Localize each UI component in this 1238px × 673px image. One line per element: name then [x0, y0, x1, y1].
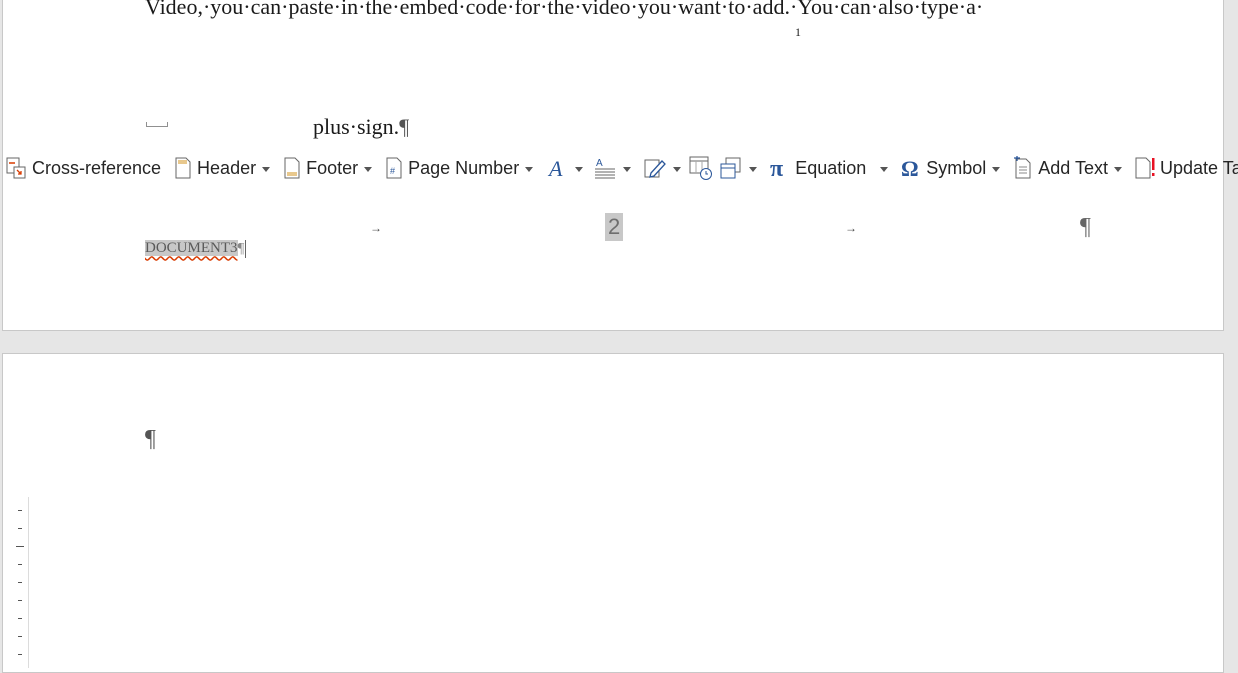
ruler-tick: [18, 600, 22, 601]
chevron-down-icon[interactable]: [525, 166, 534, 172]
insert-ribbon-strip: Cross-reference Header Footer # Page Num…: [0, 150, 1238, 186]
paragraph-mark: ¶: [237, 240, 245, 257]
footnote-reference[interactable]: 1: [795, 25, 801, 40]
page-number-label: Page Number: [408, 157, 520, 178]
symbol-label: Symbol: [926, 157, 987, 178]
object-button[interactable]: [719, 152, 758, 184]
date-time-icon: [689, 155, 713, 181]
tab-mark: →: [845, 221, 857, 235]
header-label: Header: [197, 157, 257, 178]
equation-label: Equation: [795, 157, 867, 178]
svg-text:A: A: [596, 158, 603, 169]
chevron-down-icon[interactable]: [1114, 166, 1122, 172]
text-effects-button[interactable]: A: [547, 152, 584, 184]
ruler-tick: [18, 510, 22, 511]
document-page-2: [2, 353, 1224, 673]
text-effects-icon: A: [547, 156, 569, 180]
object-icon: [719, 156, 743, 180]
ruler-tick: [16, 546, 24, 547]
signature-line-button[interactable]: [643, 152, 682, 184]
svg-text:Ω: Ω: [901, 156, 919, 180]
cross-reference-button[interactable]: Cross-reference: [4, 152, 161, 184]
ruler-tick: [18, 618, 22, 619]
add-text-icon: [1012, 156, 1034, 180]
update-table-button[interactable]: Update Table: [1134, 152, 1238, 184]
text-cursor: [245, 240, 247, 258]
paragraph-mark: ¶: [145, 426, 156, 452]
body-text-line: Video,·you·can·paste·in·the·embed·code·f…: [145, 0, 984, 19]
svg-text:#: #: [390, 166, 395, 176]
ruler-tick: [18, 582, 22, 583]
cross-reference-label: Cross-reference: [32, 157, 162, 178]
line-spacing-icon: A: [593, 156, 617, 180]
date-time-button[interactable]: [689, 152, 713, 184]
ruler-tick: [18, 528, 22, 529]
continuation-separator: [146, 122, 168, 127]
cross-reference-icon: [4, 156, 28, 180]
vertical-ruler[interactable]: [6, 497, 29, 668]
header-icon: [173, 156, 193, 180]
page-number-button[interactable]: # Page Number: [384, 152, 534, 184]
footer-icon: [282, 156, 302, 180]
body-text-fragment: plus·sign.: [313, 114, 400, 139]
body-text-line-2: plus·sign.¶: [313, 114, 409, 140]
chevron-down-icon[interactable]: [880, 166, 889, 172]
omega-icon: Ω: [900, 156, 922, 180]
ruler-tick: [18, 636, 22, 637]
chevron-down-icon[interactable]: [749, 166, 758, 172]
footer-button[interactable]: Footer: [282, 152, 373, 184]
document-name-field[interactable]: DOCUMENT3¶: [145, 240, 247, 258]
equation-button[interactable]: π Equation: [769, 152, 889, 184]
chevron-down-icon[interactable]: [575, 166, 584, 172]
update-table-icon: [1134, 156, 1156, 180]
update-table-label: Update Table: [1160, 157, 1238, 178]
svg-text:π: π: [770, 156, 783, 180]
chevron-down-icon[interactable]: [992, 166, 1001, 172]
add-text-button[interactable]: Add Text: [1012, 152, 1122, 184]
ruler-tick: [18, 564, 22, 565]
paragraph-mark: ¶: [399, 114, 410, 139]
chevron-down-icon[interactable]: [673, 166, 682, 172]
tab-mark: →: [370, 221, 382, 235]
page-number-icon: #: [384, 156, 404, 180]
edit-icon: [643, 156, 667, 180]
paragraph-mark: ¶: [1080, 214, 1091, 240]
chevron-down-icon[interactable]: [623, 166, 632, 172]
add-text-label: Add Text: [1038, 157, 1108, 178]
pi-icon: π: [769, 156, 791, 180]
page-number-field[interactable]: 2: [605, 213, 624, 241]
document-field-text: DOCUMENT3: [145, 240, 238, 257]
ruler-tick: [18, 654, 22, 655]
chevron-down-icon[interactable]: [364, 166, 373, 172]
symbol-button[interactable]: Ω Symbol: [900, 152, 1001, 184]
svg-text:A: A: [547, 156, 563, 180]
header-button[interactable]: Header: [173, 152, 271, 184]
chevron-down-icon[interactable]: [262, 166, 271, 172]
line-spacing-button[interactable]: A: [593, 152, 632, 184]
footer-label: Footer: [306, 157, 359, 178]
